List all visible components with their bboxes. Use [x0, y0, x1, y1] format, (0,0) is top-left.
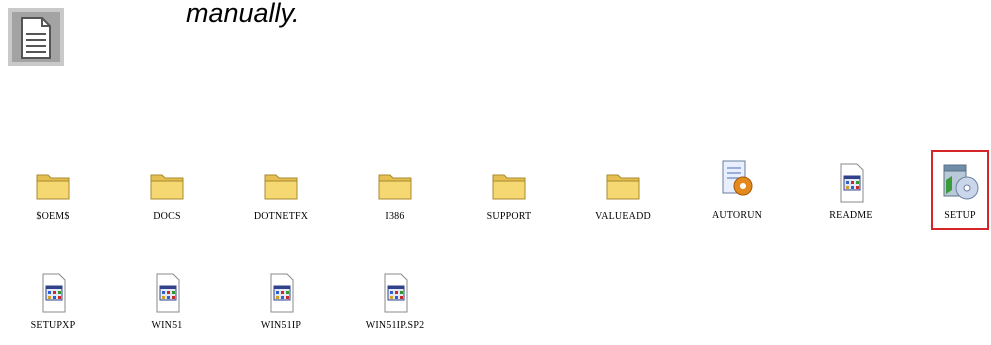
file-label: WIN51IP.SP2	[365, 320, 425, 331]
folder-support[interactable]: SUPPORT	[464, 165, 554, 222]
document-icon	[840, 163, 864, 203]
file-win51ip[interactable]: WIN51IP	[236, 272, 326, 331]
folder-oem[interactable]: $OEM$	[8, 165, 98, 222]
folder-icon	[492, 174, 526, 200]
folder-dotnetfx[interactable]: DOTNETFX	[236, 165, 326, 222]
file-label: VALUEADD	[595, 211, 651, 222]
file-label: DOCS	[153, 211, 181, 222]
document-icon	[384, 273, 408, 313]
folder-icon	[606, 174, 640, 200]
folder-docs[interactable]: DOCS	[122, 165, 212, 222]
file-setupxp[interactable]: SETUPXP	[8, 272, 98, 331]
file-label: WIN51	[151, 320, 183, 331]
file-label: SETUP	[944, 210, 976, 221]
file-label: AUTORUN	[711, 210, 763, 221]
autorun-icon	[722, 160, 753, 196]
file-win51ip-sp2[interactable]: WIN51IP.SP2	[350, 272, 440, 331]
folder-valueadd[interactable]: VALUEADD	[578, 165, 668, 222]
file-win51[interactable]: WIN51	[122, 272, 212, 331]
file-label: README	[829, 210, 873, 221]
setup-icon	[943, 164, 979, 200]
folder-icon	[150, 174, 184, 200]
note-text: manually.	[186, 0, 300, 28]
file-label: I386	[385, 211, 405, 222]
document-icon	[156, 273, 180, 313]
file-label: SUPPORT	[486, 211, 532, 222]
folder-icon	[378, 174, 412, 200]
file-label: SETUPXP	[30, 320, 76, 331]
file-setup[interactable]: SETUP	[915, 158, 991, 221]
file-label: $OEM$	[36, 211, 70, 222]
file-autorun[interactable]: AUTORUN	[692, 158, 782, 221]
file-label: WIN51IP	[260, 320, 302, 331]
folder-i386[interactable]: I386	[350, 165, 440, 222]
file-label: DOTNETFX	[253, 211, 309, 222]
file-readme[interactable]: README	[806, 162, 896, 221]
folder-icon	[264, 174, 298, 200]
document-icon	[42, 273, 66, 313]
note-icon	[8, 8, 64, 66]
folder-icon	[36, 174, 70, 200]
document-icon	[270, 273, 294, 313]
